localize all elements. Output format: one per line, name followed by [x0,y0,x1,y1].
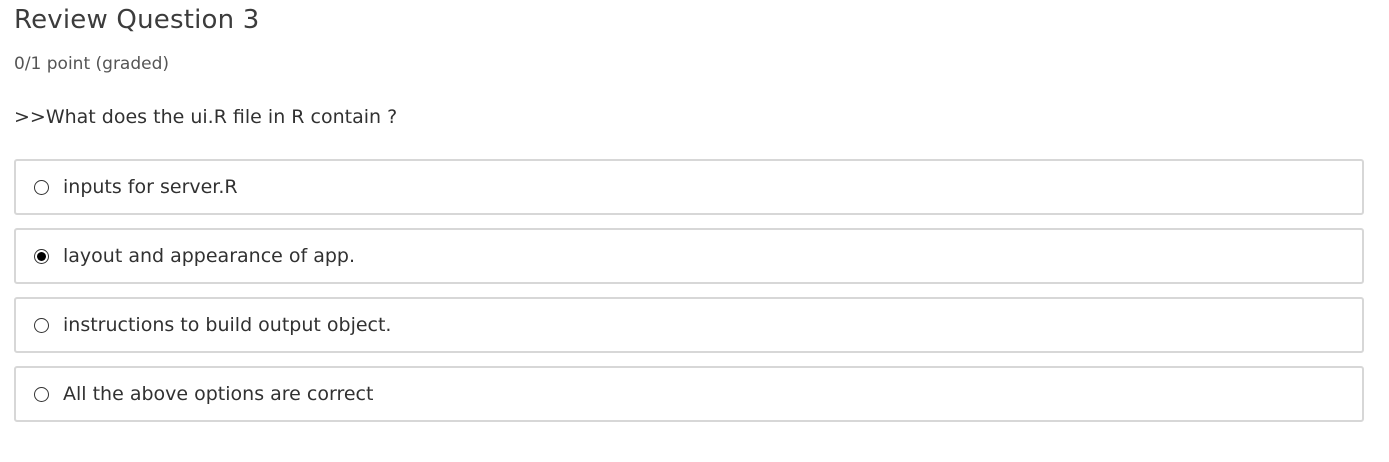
problem-container: Review Question 3 0/1 point (graded) >>W… [0,0,1389,462]
answer-option-1[interactable]: inputs for server.R [14,159,1364,215]
answer-option-4[interactable]: All the above options are correct [14,366,1364,422]
answer-option-label: layout and appearance of app. [63,245,356,267]
radio-button[interactable] [34,317,49,333]
answer-option-3[interactable]: instructions to build output object. [14,297,1364,353]
answer-option-label: inputs for server.R [63,176,238,198]
problem-title: Review Question 3 [14,5,260,35]
question-text: >>What does the ui.R file in R contain ? [14,106,398,128]
answer-option-label: All the above options are correct [63,383,374,405]
radio-button[interactable] [34,248,49,264]
radio-button[interactable] [34,386,49,402]
answer-option-2[interactable]: layout and appearance of app. [14,228,1364,284]
radio-selected-dot [37,251,46,261]
answer-option-label: instructions to build output object. [63,314,392,336]
points-status: 0/1 point (graded) [14,54,170,74]
radio-button[interactable] [34,179,49,195]
answer-options: inputs for server.R layout and appearanc… [14,159,1364,435]
